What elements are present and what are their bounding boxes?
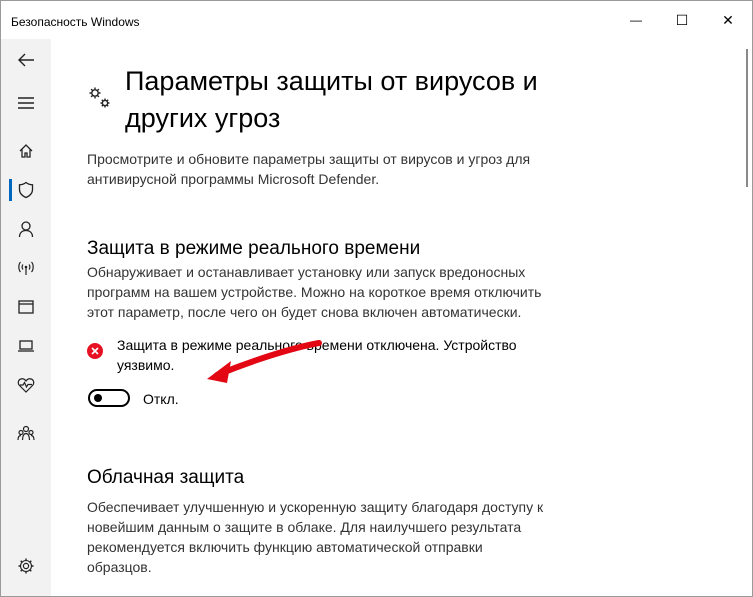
sidebar-item-family[interactable] <box>1 414 51 452</box>
scrollbar-thumb[interactable] <box>746 49 748 187</box>
person-icon <box>18 221 34 238</box>
minimize-button[interactable]: — <box>613 1 659 39</box>
page-description-line: Просмотрите и обновите параметры защиты … <box>87 151 531 167</box>
cloud-description-line: образцов. <box>87 559 152 575</box>
sidebar-item-settings[interactable] <box>1 547 51 585</box>
back-arrow-icon <box>18 53 34 67</box>
status-text-line: уязвимо. <box>117 357 175 373</box>
close-icon: ✕ <box>722 11 734 28</box>
back-button[interactable] <box>1 41 51 79</box>
cloud-description-line: рекомендуется включить функцию автоматич… <box>87 539 483 555</box>
maximize-icon: ☐ <box>675 11 689 28</box>
sidebar-item-virus-protection[interactable] <box>1 171 51 209</box>
hamburger-menu-icon <box>18 97 34 109</box>
home-icon <box>19 144 33 158</box>
cloud-description: Обеспечивает улучшенную и ускоренную защ… <box>87 497 543 577</box>
heart-pulse-icon <box>17 378 35 393</box>
sidebar-item-app-browser[interactable] <box>1 288 51 326</box>
wireless-icon <box>18 261 34 275</box>
page-description-line: антивирусной программы Microsoft Defende… <box>87 171 380 187</box>
status-text: Защита в режиме реального времени отключ… <box>117 335 557 375</box>
sidebar-item-account[interactable] <box>1 210 51 248</box>
gears-icon <box>89 87 110 108</box>
cloud-description-line: новейшим данным о защите в облаке. Для н… <box>87 519 522 535</box>
title-bar: Безопасность Windows — ☐ ✕ <box>1 1 752 39</box>
realtime-protection-toggle[interactable] <box>88 389 130 407</box>
close-button[interactable]: ✕ <box>705 1 751 39</box>
window-title: Безопасность Windows <box>11 15 140 29</box>
page-description: Просмотрите и обновите параметры защиты … <box>87 149 530 189</box>
sidebar-item-device-security[interactable] <box>1 327 51 365</box>
realtime-section-heading: Защита в режиме реального времени <box>87 238 421 259</box>
status-text-line: Защита в режиме реального времени отключ… <box>117 337 517 353</box>
shield-icon <box>18 181 34 199</box>
realtime-description-line: этот параметр, после чего он будет снова… <box>87 304 522 320</box>
menu-button[interactable] <box>1 84 51 122</box>
realtime-description: Обнаруживает и останавливает установку и… <box>87 262 541 322</box>
sidebar-item-device-health[interactable] <box>1 366 51 404</box>
cloud-description-line: Обеспечивает улучшенную и ускоренную защ… <box>87 499 544 515</box>
toggle-knob <box>94 394 102 402</box>
sidebar-item-firewall[interactable] <box>1 249 51 287</box>
minimize-icon: — <box>630 13 642 27</box>
family-icon <box>17 425 35 441</box>
toggle-state-label: Откл. <box>143 391 179 407</box>
page-title: Параметры защиты от вирусов и других угр… <box>125 66 538 133</box>
cloud-section-heading: Облачная защита <box>87 467 245 488</box>
main-content: Параметры защиты от вирусов и других угр… <box>51 39 741 596</box>
app-window: Безопасность Windows — ☐ ✕ Параметры защ… <box>0 0 753 597</box>
sidebar <box>1 39 51 596</box>
realtime-description-line: Обнаруживает и останавливает установку и… <box>87 264 526 280</box>
realtime-description-line: программ на вашем устройстве. Можно на к… <box>87 284 542 300</box>
sidebar-item-home[interactable] <box>1 132 51 170</box>
app-browser-icon <box>18 300 34 314</box>
annotation-arrow <box>207 340 322 383</box>
settings-gear-icon <box>18 558 34 574</box>
laptop-icon <box>18 340 34 352</box>
error-icon <box>87 343 103 359</box>
maximize-button[interactable]: ☐ <box>659 1 705 39</box>
